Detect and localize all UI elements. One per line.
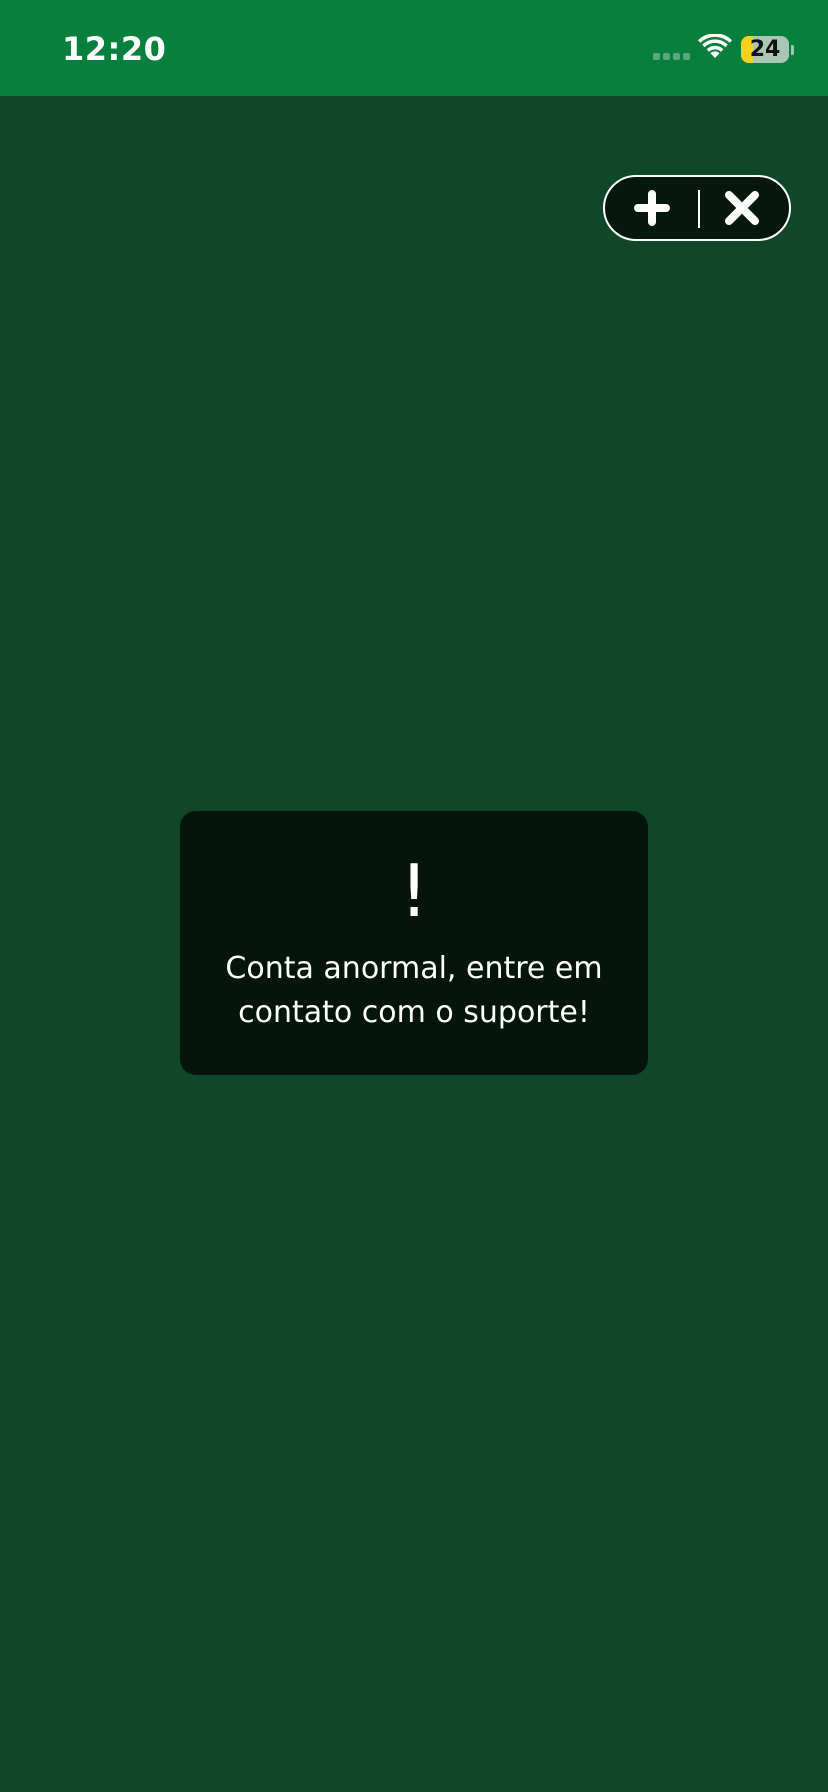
toast-message: Conta anormal, entre em contato com o su… bbox=[225, 951, 603, 1030]
wifi-icon bbox=[698, 34, 732, 58]
add-button[interactable] bbox=[607, 177, 697, 239]
close-button[interactable] bbox=[697, 177, 787, 239]
error-toast: ! Conta anormal, entre em contato com o … bbox=[180, 811, 648, 1075]
status-bar: 12:20 24 bbox=[0, 0, 828, 96]
exclamation-icon: ! bbox=[399, 849, 429, 933]
close-icon bbox=[725, 191, 759, 225]
battery-level: 24 bbox=[749, 37, 781, 62]
status-time: 12:20 bbox=[62, 30, 167, 68]
app-screen: 12:20 24 ! Conta anormal, entre em conta… bbox=[0, 0, 828, 1792]
battery-icon: 24 bbox=[741, 36, 789, 63]
plus-icon bbox=[634, 190, 670, 226]
cellular-signal-icon bbox=[653, 53, 690, 60]
battery-tip bbox=[791, 45, 794, 55]
mini-program-capsule bbox=[603, 175, 791, 241]
